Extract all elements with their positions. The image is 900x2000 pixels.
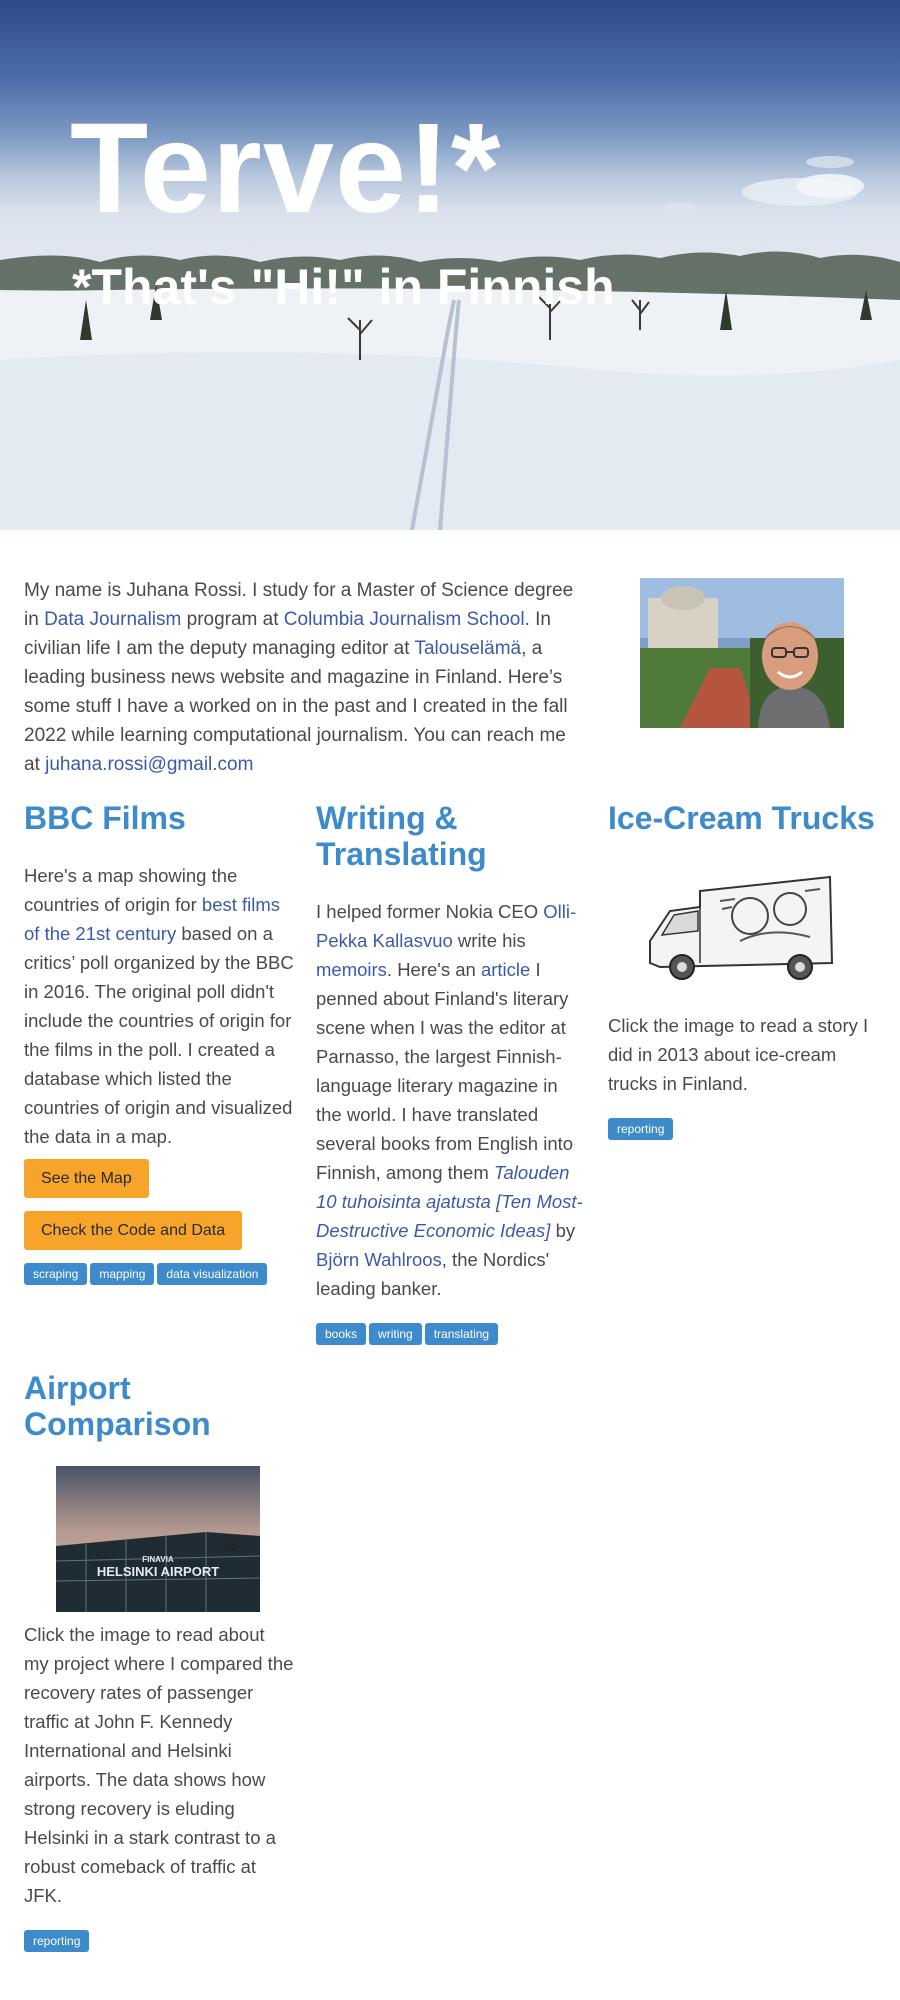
project-airport-comparison: Airport Comparison FINAVIA HELSINKI AIRP… [24,1370,294,1952]
airport-title: Airport Comparison [24,1370,211,1442]
tag-translating[interactable]: translating [424,1323,499,1345]
tag-data-visualization[interactable]: data visualization [157,1263,268,1285]
see-the-map-button[interactable]: See the Map [24,1159,149,1198]
profile-photo [640,578,844,728]
writing-tags: books writing translating [316,1323,586,1345]
hero-title: Terve!* [70,97,502,240]
hero-banner: Terve!* *That's "Hi!" in Finnish [0,0,900,530]
writing-title: Writing & Translating [316,800,487,872]
bbc-films-title: BBC Films [24,800,186,836]
project-writing-translating: Writing & Translating I helped former No… [316,800,586,1345]
tag-writing[interactable]: writing [369,1323,422,1345]
ice-cream-title: Ice-Cream Trucks [608,800,875,836]
ice-cream-truck-image[interactable] [640,871,840,989]
bbc-tags: scraping mapping data visualization [24,1263,294,1285]
memoirs-link[interactable]: memoirs [316,959,387,980]
project-bbc-films: BBC Films Here's a map showing the count… [24,800,294,1285]
airport-description: Click the image to read about my project… [24,1624,294,1906]
data-journalism-link[interactable]: Data Journalism [44,609,181,630]
article-link[interactable]: article [481,959,530,980]
sign-text: HELSINKI AIRPORT [97,1564,219,1579]
tag-reporting[interactable]: reporting [24,1930,90,1952]
tag-mapping[interactable]: mapping [90,1263,155,1285]
columbia-link[interactable]: Columbia Journalism School [284,609,525,630]
intro-paragraph: My name is Juhana Rossi. I study for a M… [24,580,574,775]
sign-brand: FINAVIA [142,1555,174,1564]
tag-scraping[interactable]: scraping [24,1263,88,1285]
wahlroos-link[interactable]: Björn Wahlroos [316,1249,442,1270]
project-ice-cream-trucks: Ice-Cream Trucks Click the image to read… [608,800,888,1140]
airport-tags: reporting [24,1930,294,1952]
ice-cream-description: Click the image to read a story I did in… [608,1015,869,1094]
ice-cream-tags: reporting [608,1118,888,1140]
email-link[interactable]: juhana.rossi@gmail.com [45,754,253,775]
helsinki-airport-image[interactable]: FINAVIA HELSINKI AIRPORT [56,1466,260,1612]
check-code-and-data-button[interactable]: Check the Code and Data [24,1211,243,1250]
tag-books[interactable]: books [316,1323,367,1345]
bbc-films-description: Here's a map showing the countries of or… [24,865,294,1147]
tag-reporting[interactable]: reporting [608,1118,674,1140]
hero-subtitle: *That's "Hi!" in Finnish [72,259,615,315]
talouselama-link[interactable]: Talouselämä [414,638,521,659]
writing-description: I helped former Nokia CEO Olli-Pekka Kal… [316,901,583,1299]
